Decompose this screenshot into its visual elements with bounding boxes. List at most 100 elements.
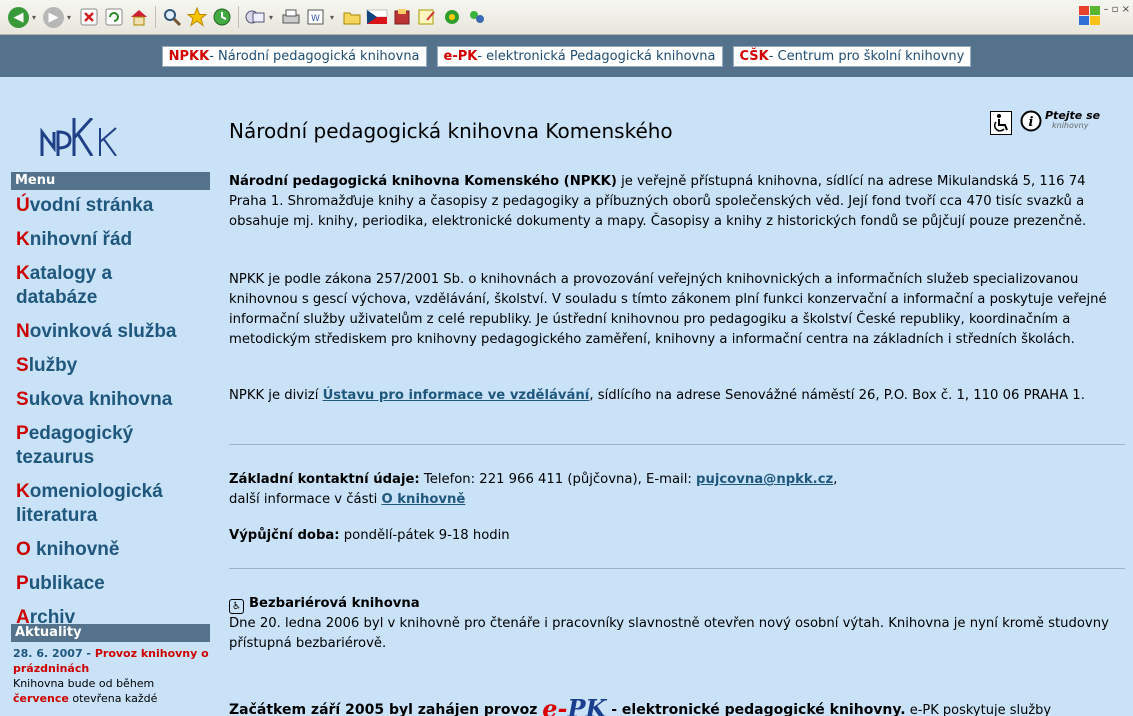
menu-initial: P [16,573,29,594]
folder-icon[interactable] [341,6,363,28]
menu-item-o-knihovne[interactable]: O knihovně [16,538,216,562]
menu-initial: S [16,389,29,410]
intro-bold: Národní pedagogická knihovna Komenského … [229,174,617,189]
window-controls[interactable]: – ▫ × [1103,4,1130,15]
link-csk[interactable]: CŠK - Centrum pro školní knihovny [732,45,972,67]
edit-dropdown-icon[interactable]: ▾ [330,13,338,22]
epk-text: e-PK poskytuje služby [905,703,1052,716]
news-body: otevřena každé [68,692,158,705]
contact-paragraph: Základní kontaktní údaje: Telefon: 221 9… [229,470,1125,510]
contact-text: , [833,472,838,487]
mail-dropdown-icon[interactable]: ▾ [269,13,277,22]
menu-label: ukova knihovna [28,389,173,410]
news-highlight: července [13,692,69,705]
divider [229,568,1125,569]
news-date: 28. 6. 2007 - [13,647,95,660]
back-icon[interactable]: ◀ [8,6,29,28]
link-abbr: NPKK [168,48,210,64]
toolbar-separator [238,6,239,28]
link-text: - Centrum pro školní knihovny [768,48,965,64]
barrier-title: Bezbariérová knihovna [249,596,420,611]
menu-item-pedagogicky-tezaurus[interactable]: Pedagogický tezaurus [16,422,166,470]
epk-text: Začátkem září 2005 byl zahájen provoz [229,702,543,716]
forward-icon[interactable]: ▶ [43,6,64,28]
menu-initial: K [16,263,30,284]
link-abbr: e-PK [443,48,478,64]
menu-item-katalogy[interactable]: Katalogy a databáze [16,262,166,310]
edit-icon[interactable]: W [305,6,327,28]
hours-label: Výpůjční doba: [229,528,340,543]
epk-logo-e: e- [542,694,568,716]
menu-initial: K [16,481,30,502]
menu-initial: Ú [16,195,30,216]
uiv-link[interactable]: Ústavu pro informace ve vzdělávání [323,388,590,403]
site-links-band: NPKK - Národní pedagogická knihovna e-PK… [0,35,1133,77]
forward-dropdown-icon[interactable]: ▾ [67,13,75,22]
menu-item-novinkova-sluzba[interactable]: Novinková služba [16,320,216,344]
menu-initial: S [16,355,29,376]
notes-icon[interactable] [416,6,438,28]
news-heading: Aktuality [11,624,210,642]
link-abbr: CŠK [739,48,769,64]
division-paragraph: NPKK je divizí Ústavu pro informace ve v… [229,386,1125,406]
epk-logo[interactable]: e-PK [542,694,606,716]
news-body: Knihovna bude od během [13,677,155,690]
intro-paragraph: Národní pedagogická knihovna Komenského … [229,172,1125,232]
barrier-text: Dne 20. ledna 2006 byl v knihovně pro čt… [229,616,1109,651]
link-text: - Národní pedagogická knihovna [209,48,420,64]
hours-text: pondělí-pátek 9-18 hodin [339,528,510,543]
email-link[interactable]: pujcovna@npkk.cz [696,472,833,487]
divider [229,444,1125,445]
windows-logo-icon [1079,6,1100,25]
o-knihovne-link[interactable]: O knihovně [381,492,465,507]
stop-icon[interactable] [78,6,100,28]
back-dropdown-icon[interactable]: ▾ [32,13,40,22]
ask-sublabel: knihovny [1052,121,1089,130]
search-icon[interactable] [161,6,183,28]
contact-more-text: další informace v části [229,492,382,507]
wheelchair-icon[interactable] [990,111,1012,135]
favorites-icon[interactable] [186,6,208,28]
menu-initial: O [16,539,31,560]
link-npkk[interactable]: NPKK - Národní pedagogická knihovna [161,45,427,67]
home-icon[interactable] [128,6,150,28]
ask-library-button[interactable]: i Ptejte se knihovny [1020,108,1110,136]
plugin-icon[interactable] [466,6,488,28]
menu-heading: Menu [11,172,210,190]
menu-item-sluzby[interactable]: Služby [16,354,216,378]
menu-item-uvodni-stranka[interactable]: Úvodní stránka [16,194,216,218]
menu-item-komeniologicka-literatura[interactable]: Komeniologická literatura [16,480,196,528]
svg-text:W: W [311,14,320,24]
link-epk[interactable]: e-PK - elektronická Pedagogická knihovna [436,45,723,67]
epk-text: - elektronické pedagogické knihovny. [606,702,906,716]
menu-initial: P [16,423,29,444]
division-text: , sídlícího na adrese Senovážné náměstí … [589,388,1085,403]
print-icon[interactable] [280,6,302,28]
refresh-icon[interactable] [103,6,125,28]
menu-label: ublikace [28,573,105,594]
history-icon[interactable] [211,6,233,28]
messenger-icon[interactable] [441,6,463,28]
law-paragraph: NPKK je podle zákona 257/2001 Sb. o knih… [229,272,1107,347]
link-text: - elektronická Pedagogická knihovna [477,48,716,64]
epk-logo-pk: PK [567,694,607,716]
menu-label: edagogický tezaurus [16,423,134,468]
npkk-logo[interactable] [40,118,158,156]
menu-item-publikace[interactable]: Publikace [16,572,216,596]
menu-initial: K [16,229,30,250]
flag-icon[interactable] [366,6,388,28]
wheelchair-icon: ♿ [229,599,244,614]
menu-item-knihovni-rad[interactable]: Knihovní řád [16,228,216,252]
contact-text: Telefon: 221 966 411 (půjčovna), E-mail: [419,472,697,487]
menu-label: omeniologická literatura [16,481,163,526]
menu-label: vodní stránka [29,195,154,216]
mail-icon[interactable] [244,6,266,28]
research-icon[interactable] [391,6,413,28]
menu-label: atalogy a databáze [16,263,113,308]
menu-label: nihovní řád [29,229,133,250]
toolbar-separator [155,6,156,28]
menu-initial: N [16,321,30,342]
division-text: NPKK je divizí [229,388,323,403]
menu-item-sukova-knihovna[interactable]: Sukova knihovna [16,388,216,412]
sidebar-menu: Úvodní stránka Knihovní řád Katalogy a d… [16,194,216,640]
